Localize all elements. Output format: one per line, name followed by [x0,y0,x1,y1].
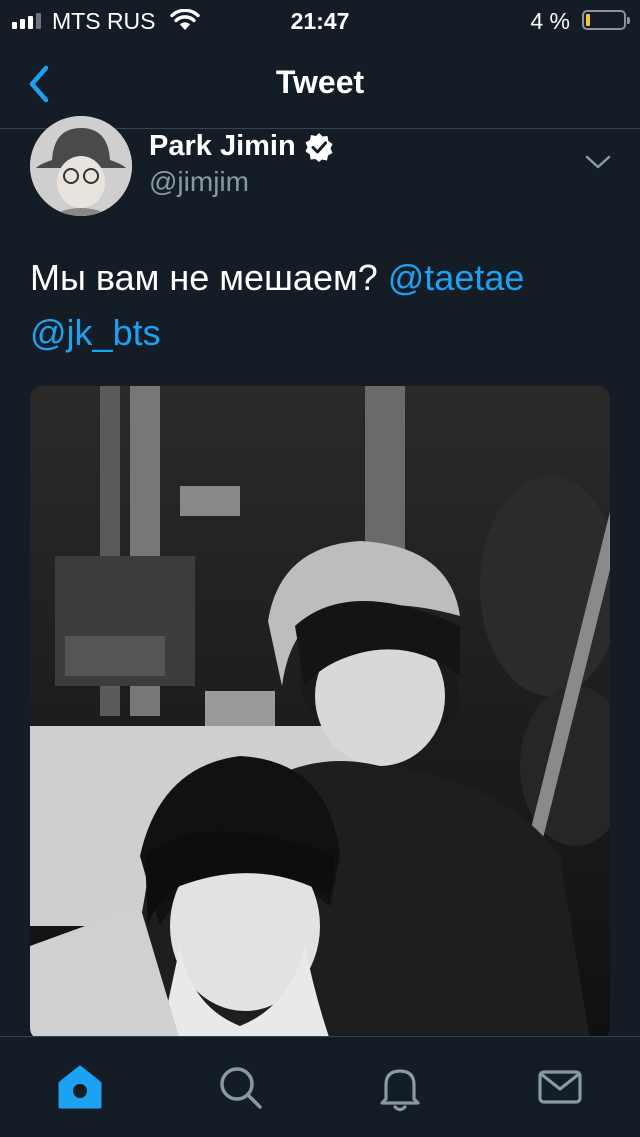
battery-percentage: 4 % [530,8,570,34]
tweet-text: Мы вам не мешаем? @taetae @jk_bts [30,250,610,360]
navigation-bar: Tweet [0,40,640,129]
author-name[interactable]: Park Jimin [149,130,296,163]
home-icon[interactable] [52,1059,108,1115]
notifications-icon[interactable] [372,1059,428,1115]
author-handle[interactable]: @jimjim [149,166,249,198]
tweet-body: Мы вам не мешаем? [30,257,378,298]
messages-icon[interactable] [532,1059,588,1115]
verified-badge-icon [305,133,333,162]
tweet-photo[interactable] [30,386,610,1040]
tab-bar [0,1036,640,1137]
search-icon[interactable] [212,1059,268,1115]
page-title: Tweet [275,64,365,100]
mention-link[interactable]: @jk_bts [30,312,161,353]
battery-icon [582,10,630,30]
chevron-down-icon[interactable] [584,154,612,170]
mention-link[interactable]: @taetae [388,257,525,298]
status-bar: MTS RUS 21:47 4 % [0,0,640,40]
avatar[interactable] [30,116,132,216]
